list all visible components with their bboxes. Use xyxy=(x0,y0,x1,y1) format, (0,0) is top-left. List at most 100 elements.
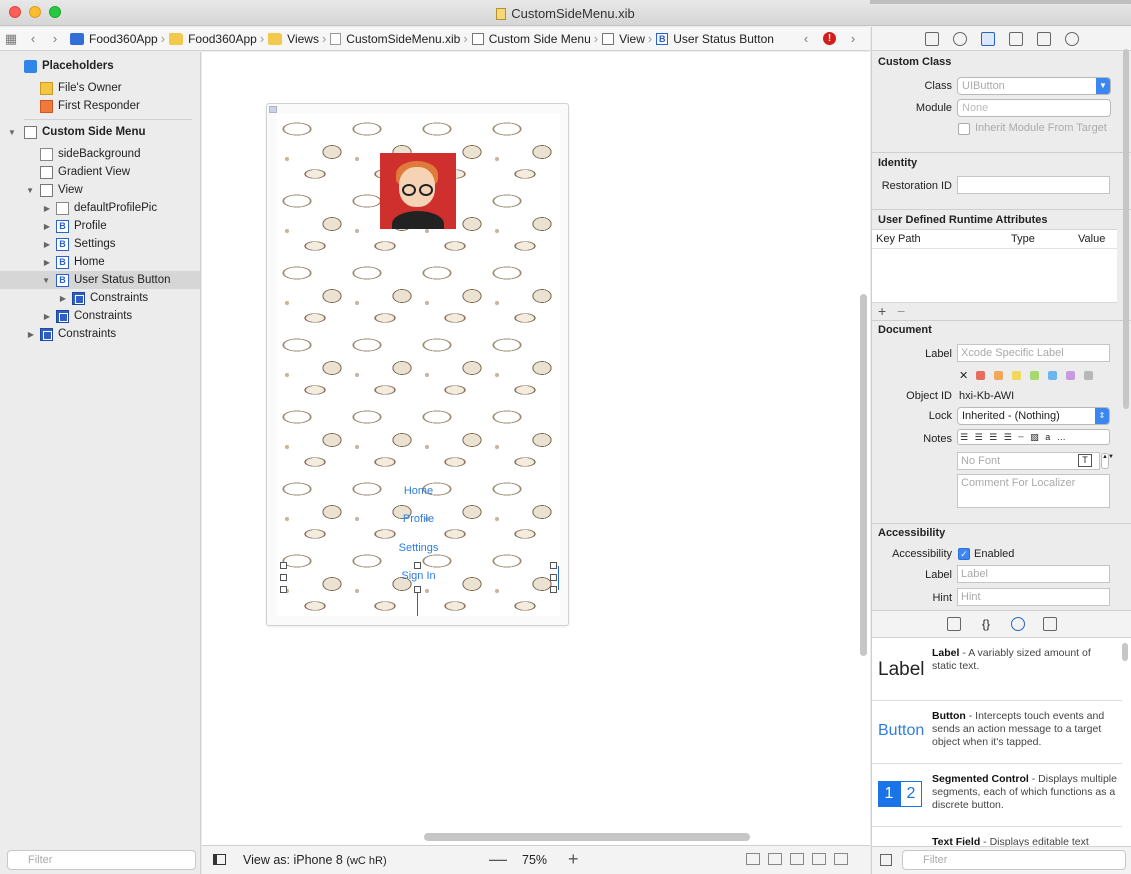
next-issue-button[interactable]: › xyxy=(842,31,864,46)
accessibility-enabled-checkbox[interactable]: ✓ xyxy=(958,548,970,560)
outline-filter-input[interactable]: Filter xyxy=(7,850,196,870)
breadcrumb-custom-side-menu[interactable]: Custom Side Menu › xyxy=(468,31,598,46)
update-frames-icon[interactable] xyxy=(746,853,760,865)
breadcrumb-project[interactable]: Food360App › xyxy=(66,31,165,46)
clear-color-label-icon[interactable]: ✕ xyxy=(959,369,968,382)
disclosure-triangle-icon[interactable]: ▶ xyxy=(0,240,56,249)
resize-handle[interactable] xyxy=(280,574,287,581)
resolve-issues-icon[interactable] xyxy=(834,853,848,865)
side-background-image[interactable]: Home Profile Settings Sign In xyxy=(277,114,560,616)
horizontal-scrollbar[interactable] xyxy=(424,833,750,841)
error-icon[interactable]: ! xyxy=(823,32,836,45)
runtime-attributes-table[interactable]: Key Path Type Value xyxy=(872,229,1117,303)
zoom-in-button[interactable]: + xyxy=(568,849,579,870)
value-column-header[interactable]: Value xyxy=(1078,233,1105,245)
default-profile-pic[interactable] xyxy=(380,153,456,229)
disclosure-triangle-icon[interactable]: ▶ xyxy=(0,204,56,213)
comment-for-localizer-field[interactable]: Comment For Localizer xyxy=(957,474,1110,508)
breadcrumb-views[interactable]: Views › xyxy=(264,31,326,46)
object-library-icon[interactable] xyxy=(1011,617,1025,631)
type-column-header[interactable]: Type xyxy=(1011,233,1035,245)
disclosure-triangle-icon[interactable]: ▶ xyxy=(0,294,72,303)
scene-close-icon[interactable] xyxy=(269,106,277,113)
inspector-scrollbar[interactable] xyxy=(1123,49,1129,409)
library-filter-input[interactable]: Filter xyxy=(902,850,1126,870)
lock-popup[interactable]: Inherited - (Nothing) ⇕ xyxy=(957,407,1110,425)
resize-handle[interactable] xyxy=(280,562,287,569)
identity-inspector-icon[interactable] xyxy=(981,31,995,46)
library-item-text-field[interactable]: Text Field - Displays editable text xyxy=(872,828,1122,848)
code-snippet-icon[interactable]: {} xyxy=(979,617,993,631)
resize-handle[interactable] xyxy=(550,574,557,581)
file-template-icon[interactable] xyxy=(947,617,961,631)
outline-item-view[interactable]: ▼ View xyxy=(0,181,200,199)
outline-item-settings[interactable]: ▶ B Settings xyxy=(0,235,200,253)
outline-item-constraints-view[interactable]: ▶ Constraints xyxy=(0,307,200,325)
profile-button[interactable]: Profile xyxy=(277,513,560,525)
resize-handle[interactable] xyxy=(280,586,287,593)
outline-item-placeholders[interactable]: Placeholders xyxy=(0,57,200,75)
library-item-button[interactable]: Button Button - Intercepts touch events … xyxy=(872,702,1122,764)
breadcrumb-group[interactable]: Food360App › xyxy=(165,31,264,46)
add-constraints-icon[interactable] xyxy=(812,853,826,865)
bottom-constraint[interactable] xyxy=(417,592,418,616)
library-item-segmented-control[interactable]: 12 Segmented Control - Displays multiple… xyxy=(872,765,1122,827)
chevron-down-icon[interactable]: ▼ xyxy=(1096,78,1110,94)
outline-item-gradient-view[interactable]: Gradient View xyxy=(0,163,200,181)
accessibility-hint-field[interactable]: Hint xyxy=(957,588,1110,606)
user-status-button[interactable]: Sign In xyxy=(277,570,560,582)
resize-handle[interactable] xyxy=(414,562,421,569)
outline-item-default-profile-pic[interactable]: ▶ defaultProfilePic xyxy=(0,199,200,217)
settings-button[interactable]: Settings xyxy=(277,542,560,554)
label-color-green[interactable] xyxy=(1030,371,1039,380)
grid-view-icon[interactable] xyxy=(880,854,892,866)
breadcrumb-user-status-button[interactable]: B User Status Button xyxy=(652,32,774,46)
label-color-orange[interactable] xyxy=(994,371,1003,380)
breadcrumb-view[interactable]: View › xyxy=(598,31,652,46)
trailing-constraint[interactable] xyxy=(558,566,559,590)
disclosure-triangle-icon[interactable]: ▼ xyxy=(0,128,24,137)
toggle-outline-icon[interactable] xyxy=(213,854,226,865)
scene-frame[interactable]: Home Profile Settings Sign In xyxy=(266,103,569,626)
quick-help-icon[interactable] xyxy=(953,31,967,46)
font-picker-icon[interactable]: T xyxy=(1078,454,1092,467)
key-path-column-header[interactable]: Key Path xyxy=(876,233,921,245)
previous-issue-button[interactable]: ‹ xyxy=(795,31,817,46)
accessibility-label-field[interactable]: Label xyxy=(957,565,1110,583)
label-color-purple[interactable] xyxy=(1066,371,1075,380)
related-items-icon[interactable]: ▦ xyxy=(0,31,22,47)
back-button[interactable]: ‹ xyxy=(22,31,44,46)
outline-item-files-owner[interactable]: File's Owner xyxy=(0,79,200,97)
disclosure-triangle-icon[interactable]: ▶ xyxy=(0,330,40,339)
disclosure-triangle-icon[interactable]: ▶ xyxy=(0,222,56,231)
inherit-module-checkbox[interactable] xyxy=(958,123,970,135)
class-combo[interactable]: UIButton ▼ xyxy=(957,77,1111,95)
disclosure-triangle-icon[interactable]: ▼ xyxy=(0,186,40,195)
resize-handle[interactable] xyxy=(550,586,557,593)
outline-item-user-status-button[interactable]: ▼ B User Status Button xyxy=(0,271,200,289)
resize-handle[interactable] xyxy=(550,562,557,569)
forward-button[interactable]: › xyxy=(44,31,66,46)
outline-item-first-responder[interactable]: First Responder xyxy=(0,97,200,115)
disclosure-triangle-icon[interactable]: ▶ xyxy=(0,312,56,321)
size-inspector-icon[interactable] xyxy=(1037,31,1051,46)
connections-inspector-icon[interactable] xyxy=(1065,31,1079,46)
label-color-gray[interactable] xyxy=(1084,371,1093,380)
xcode-label-field[interactable]: Xcode Specific Label xyxy=(957,344,1110,362)
interface-builder-canvas[interactable]: Home Profile Settings Sign In xyxy=(202,52,870,845)
remove-attribute-button[interactable]: − xyxy=(897,303,905,319)
outline-item-constraints-root[interactable]: ▶ Constraints xyxy=(0,325,200,343)
disclosure-triangle-icon[interactable]: ▼ xyxy=(0,276,56,285)
chevron-updown-icon[interactable]: ⇕ xyxy=(1095,408,1109,424)
media-library-icon[interactable] xyxy=(1043,617,1057,631)
align-icon[interactable] xyxy=(790,853,804,865)
embed-in-stack-icon[interactable] xyxy=(768,853,782,865)
zoom-out-button[interactable]: — xyxy=(489,849,507,870)
label-color-yellow[interactable] xyxy=(1012,371,1021,380)
font-stepper[interactable]: ▲▼ xyxy=(1101,453,1114,469)
file-inspector-icon[interactable] xyxy=(925,31,939,46)
label-color-red[interactable] xyxy=(976,371,985,380)
breadcrumb-file[interactable]: CustomSideMenu.xib › xyxy=(326,31,468,46)
home-button[interactable]: Home xyxy=(277,485,560,497)
view-as-device-button[interactable]: View as: iPhone 8 (wC hR) xyxy=(243,853,387,867)
